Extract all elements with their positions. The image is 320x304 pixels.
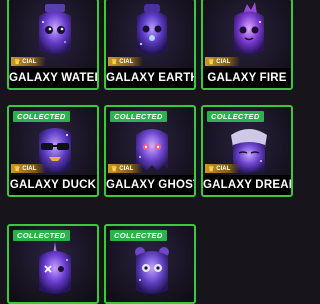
card-galaxy-water[interactable]: ♛ CIAL GALAXY WATEF xyxy=(7,0,99,90)
card-galaxy-unicorn[interactable]: COLLECTED xyxy=(7,224,99,304)
special-tag: ♛ CIAL xyxy=(205,164,241,173)
special-tag: ♛ CIAL xyxy=(108,164,144,173)
card-galaxy-dream[interactable]: COLLECTED ♛ CIAL GALAXY DREAM xyxy=(201,105,293,197)
card-name: GALAXY FIRE xyxy=(203,68,291,88)
special-tag: ♛ CIAL xyxy=(11,164,47,173)
crown-icon: ♛ xyxy=(208,165,215,173)
crown-icon: ♛ xyxy=(111,58,118,66)
crown-icon: ♛ xyxy=(14,58,21,66)
card-galaxy-fire[interactable]: ♛ CIAL GALAXY FIRE xyxy=(201,0,293,90)
crown-icon: ♛ xyxy=(111,165,118,173)
special-tag: ♛ CIAL xyxy=(108,57,144,66)
card-galaxy-ghost[interactable]: COLLECTED ♛ CIAL GALAXY GHOST xyxy=(104,105,196,197)
card-name: GALAXY WATEF xyxy=(9,68,97,88)
card-galaxy-teddy[interactable]: COLLECTED xyxy=(104,224,196,304)
galaxy-unicorn-mascot-icon xyxy=(39,242,71,294)
card-name: GALAXY EARTH xyxy=(106,68,194,88)
galaxy-earth-mascot-icon xyxy=(137,4,167,54)
galaxy-teddy-mascot-icon xyxy=(135,247,169,294)
card-galaxy-duck[interactable]: COLLECTED ♛ CIAL GALAXY DUCK xyxy=(7,105,99,197)
card-name: GALAXY GHOST xyxy=(106,175,194,195)
crown-icon: ♛ xyxy=(208,58,215,66)
crown-icon: ♛ xyxy=(14,165,21,173)
galaxy-fire-mascot-icon xyxy=(234,2,264,54)
special-tag: ♛ CIAL xyxy=(11,57,47,66)
card-name: GALAXY DUCK xyxy=(9,175,97,195)
special-tag: ♛ CIAL xyxy=(205,57,241,66)
collection-grid: ♛ CIAL GALAXY WATEF ♛ CIAL GALAXY EARTH ♛ C… xyxy=(0,0,300,304)
card-galaxy-earth[interactable]: ♛ CIAL GALAXY EARTH xyxy=(104,0,196,90)
galaxy-water-mascot-icon xyxy=(39,4,71,54)
card-name: GALAXY DREAM xyxy=(203,175,291,195)
